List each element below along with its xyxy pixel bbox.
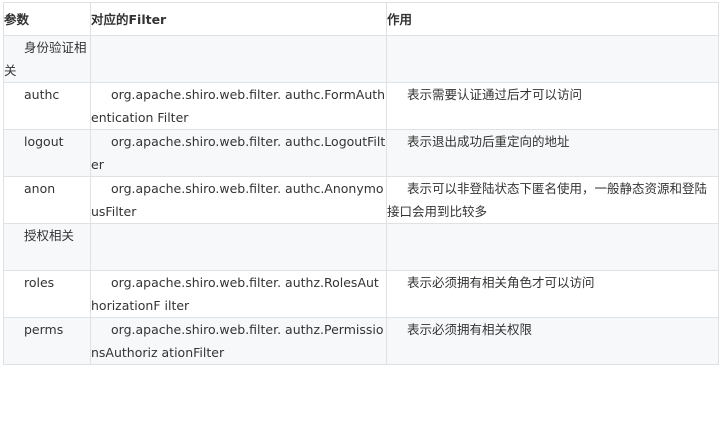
table-body: 身份验证相关 authc org.apache.shiro.web.filter… — [3, 35, 719, 365]
table-row-authorization-group: 授权相关 — [3, 223, 719, 271]
desc-cell: 表示可以非登陆状态下匿名使用，一般静态资源和登陆接口会用到比较多 — [386, 176, 719, 224]
header-param: 参数 — [3, 2, 91, 36]
table-header: 参数 对应的Filter 作用 — [3, 2, 719, 36]
param-cell: roles — [3, 270, 91, 318]
table-row-roles: roles org.apache.shiro.web.filter. authz… — [3, 270, 719, 318]
param-cell: authc — [3, 82, 91, 130]
header-filter: 对应的Filter — [90, 2, 387, 36]
header-row: 参数 对应的Filter 作用 — [3, 2, 719, 36]
filter-cell — [90, 35, 387, 83]
param-cell: logout — [3, 129, 91, 177]
table-row-anon: anon org.apache.shiro.web.filter. authc.… — [3, 176, 719, 224]
filter-cell: org.apache.shiro.web.filter. authz.Roles… — [90, 270, 387, 318]
filter-cell — [90, 223, 387, 271]
header-desc: 作用 — [386, 2, 719, 36]
desc-cell: 表示必须拥有相关权限 — [386, 317, 719, 365]
param-cell: 身份验证相关 — [3, 35, 91, 83]
filter-cell: org.apache.shiro.web.filter. authc.Anony… — [90, 176, 387, 224]
table-row-authentication-group: 身份验证相关 — [3, 35, 719, 83]
desc-cell: 表示必须拥有相关角色才可以访问 — [386, 270, 719, 318]
filter-cell: org.apache.shiro.web.filter. authz.Permi… — [90, 317, 387, 365]
param-cell: anon — [3, 176, 91, 224]
param-cell: perms — [3, 317, 91, 365]
desc-cell: 表示退出成功后重定向的地址 — [386, 129, 719, 177]
desc-cell: 表示需要认证通过后才可以访问 — [386, 82, 719, 130]
desc-cell — [386, 35, 719, 83]
filter-cell: org.apache.shiro.web.filter. authc.FormA… — [90, 82, 387, 130]
filter-cell: org.apache.shiro.web.filter. authc.Logou… — [90, 129, 387, 177]
filter-table: 参数 对应的Filter 作用 身份验证相关 authc org.apache.… — [3, 2, 719, 365]
table-row-logout: logout org.apache.shiro.web.filter. auth… — [3, 129, 719, 177]
param-cell: 授权相关 — [3, 223, 91, 271]
table-row-authc: authc org.apache.shiro.web.filter. authc… — [3, 82, 719, 130]
table-row-perms: perms org.apache.shiro.web.filter. authz… — [3, 317, 719, 365]
desc-cell — [386, 223, 719, 271]
